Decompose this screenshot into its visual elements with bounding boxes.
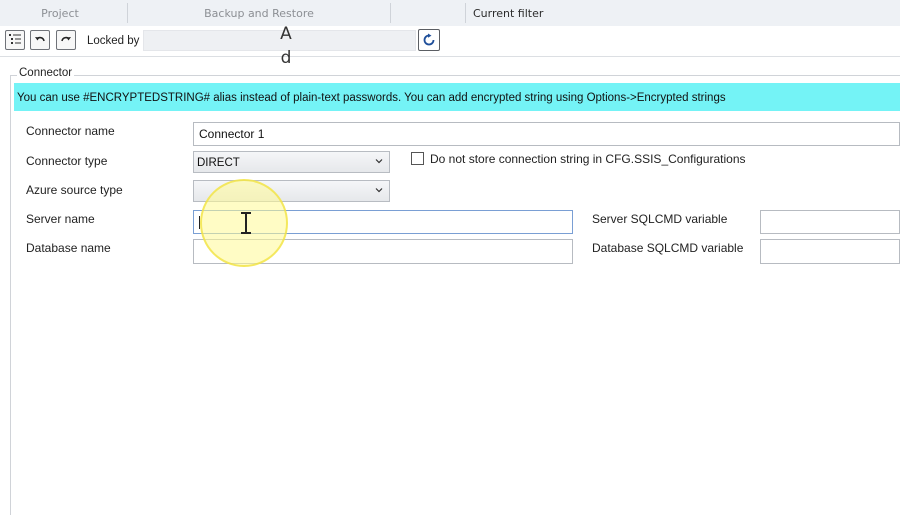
ribbon-group-label: Project — [41, 7, 79, 20]
azure-source-type-label: Azure source type — [26, 183, 123, 197]
ribbon-group-project: Project — [0, 0, 120, 26]
undo-icon — [35, 36, 45, 42]
chevron-down-icon — [375, 159, 383, 164]
redo-icon — [61, 36, 71, 42]
text-cursor-icon — [241, 212, 251, 234]
connector-name-label: Connector name — [26, 124, 115, 138]
ribbon-group-current-filter: Current filter — [473, 0, 673, 26]
connector-group-title: Connector — [17, 67, 75, 79]
refresh-button[interactable] — [418, 29, 440, 51]
server-sqlcmd-variable-input[interactable] — [760, 210, 900, 234]
server-sqlcmd-variable-label: Server SQLCMD variable — [592, 212, 728, 226]
connector-type-label: Connector type — [26, 154, 108, 168]
ribbon-group-label: Current filter — [473, 7, 544, 20]
undo-button[interactable] — [30, 30, 50, 50]
refresh-icon — [423, 33, 435, 46]
chevron-down-icon — [375, 188, 383, 193]
overlay-text: A d — [279, 22, 293, 70]
do-not-store-checkbox[interactable] — [411, 152, 424, 165]
connector-name-input[interactable]: Connector 1 — [193, 122, 900, 146]
info-message: You can use #ENCRYPTEDSTRING# alias inst… — [17, 92, 726, 104]
do-not-store-checkbox-label: Do not store connection string in CFG.SS… — [430, 152, 746, 166]
locked-by-label: Locked by — [87, 35, 140, 47]
server-name-label: Server name — [26, 212, 95, 226]
connector-type-value: DIRECT — [197, 157, 240, 169]
list-view-button[interactable] — [5, 30, 25, 50]
database-name-label: Database name — [26, 241, 111, 255]
ribbon-group-label: Backup and Restore — [204, 7, 314, 20]
database-sqlcmd-variable-input[interactable] — [760, 239, 900, 264]
encrypted-string-info-banner: You can use #ENCRYPTEDSTRING# alias inst… — [14, 83, 900, 111]
redo-button[interactable] — [56, 30, 76, 50]
ribbon-separator — [465, 3, 466, 23]
connector-type-select[interactable]: DIRECT — [193, 151, 390, 173]
overlay-text-line: d — [280, 48, 292, 68]
connector-name-value: Connector 1 — [199, 127, 265, 141]
ribbon-separator — [390, 3, 391, 23]
overlay-text-line: A — [280, 24, 292, 44]
ribbon-group-bar: Project Backup and Restore Current filte… — [0, 0, 900, 27]
toolbar: Locked by — [0, 26, 900, 57]
list-view-icon — [9, 34, 21, 44]
database-sqlcmd-variable-label: Database SQLCMD variable — [592, 241, 744, 255]
ribbon-group-backup-restore: Backup and Restore — [128, 0, 390, 26]
